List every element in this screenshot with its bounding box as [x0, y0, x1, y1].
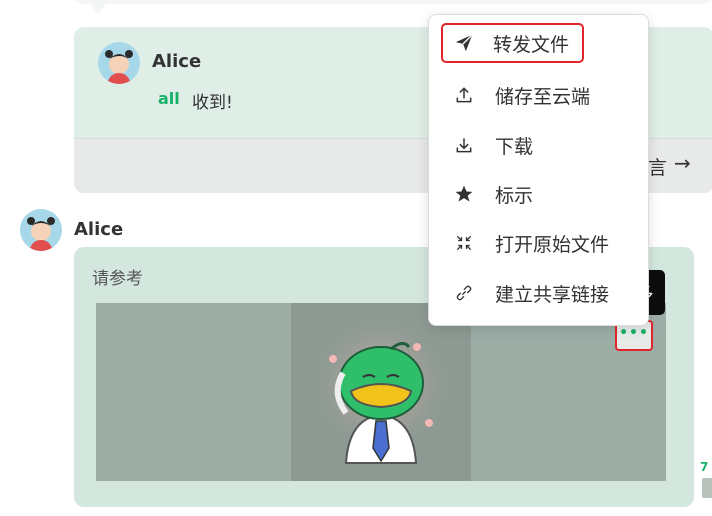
message-text: 收到! — [192, 93, 233, 113]
previous-message-bubble — [74, 0, 712, 4]
avatar[interactable] — [20, 209, 62, 251]
download-icon — [449, 133, 479, 157]
sticker-image — [291, 303, 471, 481]
menu-item-share-link[interactable]: 建立共享链接 — [439, 273, 639, 313]
menu-item-mark[interactable]: 标示 — [439, 174, 639, 214]
menu-item-forward[interactable]: 转发文件 — [441, 23, 584, 63]
image-attachment[interactable] — [96, 303, 666, 481]
send-icon — [449, 31, 479, 55]
arrow-right-icon[interactable]: → — [674, 151, 691, 175]
link-icon — [449, 281, 479, 305]
menu-item-download[interactable]: 下载 — [439, 125, 639, 165]
footer-label: 言 — [648, 157, 668, 179]
context-menu: 转发文件 储存至云端 下载 标示 打开原始文件 建立共享链接 — [428, 14, 649, 326]
sender-name: Alice — [152, 51, 202, 72]
star-icon — [449, 182, 479, 206]
menu-item-save-cloud[interactable]: 储存至云端 — [439, 75, 639, 115]
message-text: 请参考 — [92, 269, 143, 289]
avatar[interactable] — [98, 42, 140, 84]
menu-item-open-original[interactable]: 打开原始文件 — [439, 223, 639, 263]
sender-name: Alice — [74, 219, 124, 240]
read-count: 7 — [700, 460, 709, 474]
shrink-icon — [449, 231, 479, 255]
reaction-icon[interactable] — [702, 478, 712, 498]
bubble-tail — [88, 2, 108, 14]
mention-tag[interactable]: all — [158, 89, 180, 108]
more-dots-icon: ••• — [619, 324, 649, 341]
upload-icon — [449, 83, 479, 107]
